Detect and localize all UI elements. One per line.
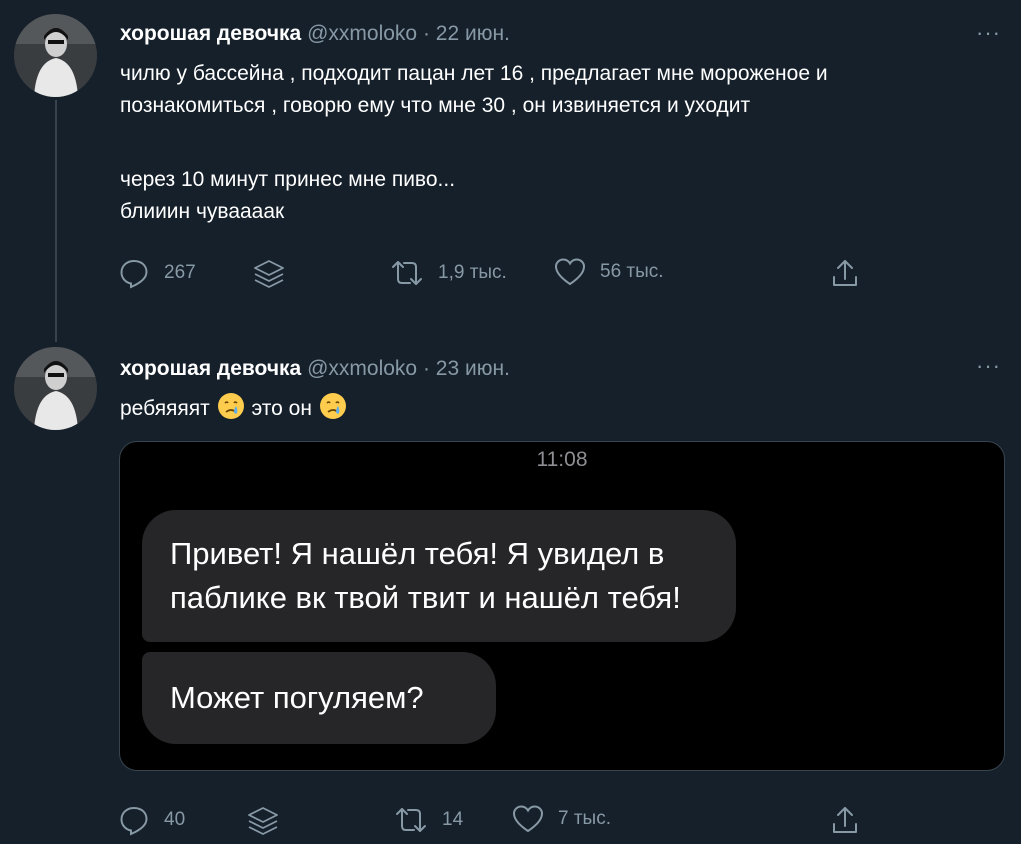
reply-button[interactable]: 40 — [118, 804, 185, 836]
handle[interactable]: @xxmoloko — [307, 22, 417, 45]
layers-button[interactable] — [252, 257, 286, 291]
tweet-text-line: через 10 минут принес мне пиво... — [120, 168, 456, 191]
share-icon — [833, 260, 857, 286]
crying-face-emoji-icon — [319, 393, 346, 419]
reply-icon — [120, 259, 148, 289]
tweet-text: чилю у бассейна , подходит пацан лет 16 … — [120, 58, 1010, 228]
like-count: 7 тыс. — [558, 808, 611, 829]
message-line: Привет! Я нашёл тебя! Я увидел в — [170, 536, 665, 571]
avatar[interactable] — [14, 14, 97, 97]
more-options-icon[interactable]: ··· — [976, 355, 1001, 377]
thread-line — [55, 100, 57, 342]
tweet-1[interactable]: хорошая девочка @xxmoloko · 22 июн. ··· … — [0, 0, 1021, 345]
retweet-icon — [392, 261, 422, 285]
tweet-header: хорошая девочка @xxmoloko · 22 июн. — [120, 22, 510, 46]
tweet-text-line: познакомиться , говорю ему что мне 30 , … — [120, 94, 751, 117]
reply-count: 267 — [164, 262, 196, 283]
like-button[interactable]: 7 тыс. — [512, 804, 611, 834]
layers-button[interactable] — [246, 804, 280, 838]
tweet-text-line: чилю у бассейна , подходит пацан лет 16 … — [120, 62, 828, 85]
retweet-count: 1,9 тыс. — [438, 262, 507, 283]
tweet-actions: 40 14 7 тыс. — [118, 804, 878, 844]
heart-icon — [554, 258, 586, 286]
tweet-actions: 267 1,9 тыс. 56 тыс. — [118, 257, 878, 297]
retweet-count: 14 — [442, 809, 464, 830]
avatar[interactable] — [14, 347, 97, 430]
layers-icon — [254, 260, 284, 288]
tweet-text: ребяяяят это он — [120, 391, 348, 425]
separator: · — [422, 22, 430, 45]
more-options-icon[interactable]: ··· — [976, 22, 1001, 44]
display-name[interactable]: хорошая девочка — [120, 22, 301, 45]
retweet-button[interactable]: 1,9 тыс. — [390, 257, 507, 289]
tweet-date[interactable]: 22 июн. — [436, 22, 510, 45]
share-icon — [833, 807, 857, 833]
tweet-date[interactable]: 23 июн. — [436, 357, 510, 380]
display-name[interactable]: хорошая девочка — [120, 357, 301, 380]
reply-count: 40 — [164, 809, 186, 830]
retweet-button[interactable]: 14 — [394, 804, 463, 836]
tweet-header: хорошая девочка @xxmoloko · 23 июн. — [120, 357, 510, 381]
tweet-text-blank-line — [120, 122, 1010, 164]
tweet-2[interactable]: хорошая девочка @xxmoloko · 23 июн. ··· … — [0, 345, 1021, 839]
message-bubble: Привет! Я нашёл тебя! Я увидел в паблике… — [142, 510, 736, 642]
status-bar-time: 11:08 — [536, 448, 588, 471]
share-button[interactable] — [830, 257, 860, 289]
like-button[interactable]: 56 тыс. — [554, 257, 664, 287]
tweet-media-screenshot[interactable]: 11:08 Привет! Я нашёл тебя! Я увидел в п… — [119, 441, 1005, 771]
handle[interactable]: @xxmoloko — [307, 357, 417, 380]
tweet-text-part: ребяяяят — [120, 397, 210, 420]
reply-button[interactable]: 267 — [118, 257, 196, 289]
tweet-text-part: это он — [251, 397, 312, 420]
message-bubble: Может погуляем? — [142, 652, 496, 744]
message-line: Может погуляем? — [170, 680, 424, 715]
reply-icon — [120, 806, 148, 836]
retweet-icon — [396, 808, 426, 832]
separator: · — [422, 357, 430, 380]
tweet-text-line: блииин чуваааак — [120, 200, 285, 223]
layers-icon — [248, 807, 278, 835]
share-button[interactable] — [830, 804, 860, 836]
crying-face-emoji-icon — [217, 393, 244, 419]
message-line: паблике вк твой твит и нашёл тебя! — [170, 580, 681, 615]
like-count: 56 тыс. — [600, 261, 664, 282]
heart-icon — [512, 805, 544, 833]
